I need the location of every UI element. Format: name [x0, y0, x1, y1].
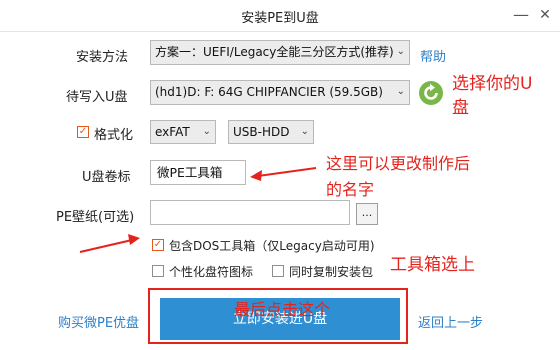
annotation-arrow-dos	[79, 234, 140, 253]
